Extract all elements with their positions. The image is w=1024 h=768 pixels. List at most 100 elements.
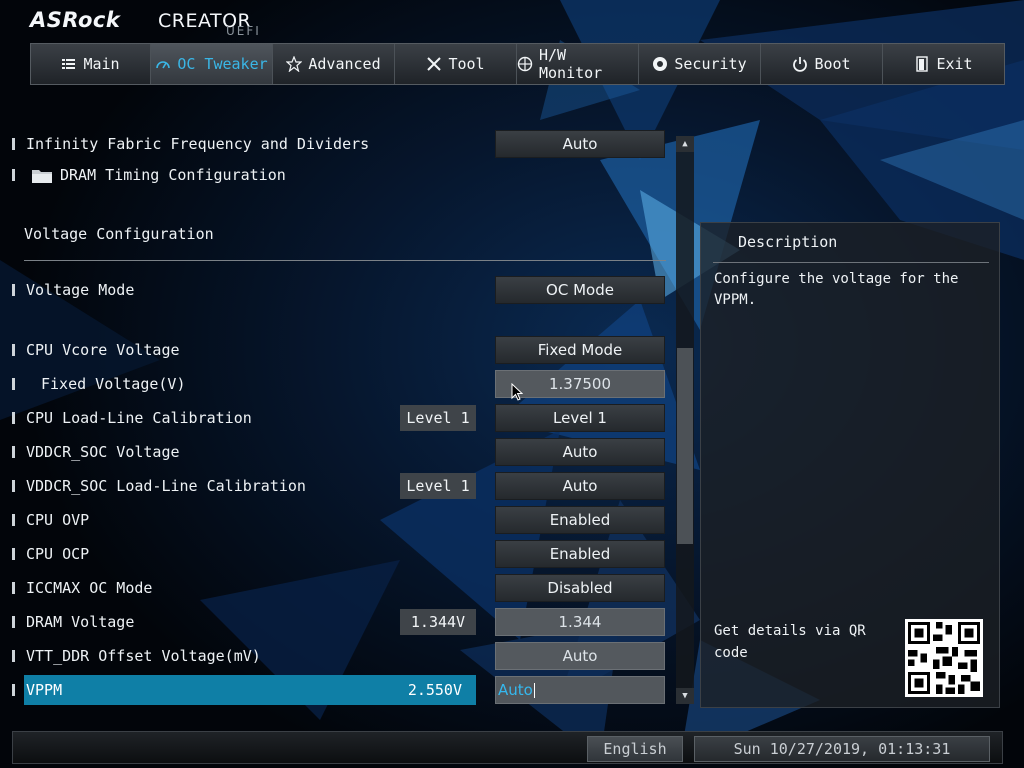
current-value-badge: 1.344V: [400, 609, 476, 635]
setting-value-dropdown[interactable]: Disabled: [495, 574, 665, 602]
row-bullet: [12, 616, 15, 628]
row-bullet: [12, 514, 15, 526]
tab-advanced-label: Advanced: [308, 55, 381, 73]
setting-value-dropdown[interactable]: Enabled: [495, 540, 665, 568]
description-panel: Description Configure the voltage for th…: [700, 222, 1000, 708]
setting-value-dropdown[interactable]: Fixed Mode: [495, 336, 665, 364]
scroll-down-arrow-icon[interactable]: ▼: [676, 688, 694, 704]
tab-boot-label: Boot: [814, 55, 851, 73]
setting-label: DRAM Timing Configuration: [60, 166, 286, 184]
row-bullet: [12, 650, 15, 662]
row-bullet: [12, 548, 15, 560]
speedometer-icon: [155, 56, 171, 72]
setting-iccmax-oc-mode[interactable]: ICCMAX OC Mode Disabled: [0, 574, 680, 602]
tab-security[interactable]: Security: [639, 44, 761, 84]
setting-label: Infinity Fabric Frequency and Dividers: [26, 135, 370, 153]
description-divider: [713, 262, 989, 263]
current-value-badge: Level 1: [400, 405, 476, 431]
language-button[interactable]: English: [587, 736, 683, 762]
exit-icon: [914, 56, 930, 72]
description-text: Configure the voltage for the VPPM.: [714, 271, 959, 308]
tab-security-label: Security: [674, 55, 747, 73]
main-tab-bar: Main OC Tweaker Advanced Tool H/W Monito…: [30, 43, 1005, 85]
row-bullet: [12, 412, 15, 424]
row-bullet: [12, 446, 15, 458]
setting-vtt-ddr-offset[interactable]: VTT_DDR Offset Voltage(mV) Auto: [0, 642, 680, 670]
setting-voltage-mode[interactable]: Voltage Mode OC Mode: [0, 276, 680, 304]
tab-exit[interactable]: Exit: [883, 44, 1004, 84]
list-icon: [61, 56, 77, 72]
row-bullet: [12, 169, 15, 181]
setting-label: CPU Vcore Voltage: [26, 341, 180, 359]
setting-label: Voltage Mode: [26, 281, 135, 299]
section-divider: [24, 260, 666, 261]
monitor-icon: [517, 56, 533, 72]
tab-advanced[interactable]: Advanced: [273, 44, 395, 84]
setting-dram-voltage[interactable]: DRAM Voltage 1.344V 1.344: [0, 608, 680, 636]
brand-name: ASRock: [30, 8, 121, 32]
row-bullet: [12, 480, 15, 492]
setting-cpu-ovp[interactable]: CPU OVP Enabled: [0, 506, 680, 534]
setting-fixed-voltage[interactable]: Fixed Voltage(V) 1.37500: [0, 370, 680, 398]
tab-exit-label: Exit: [936, 55, 973, 73]
row-bullet: [12, 582, 15, 594]
setting-value-dropdown[interactable]: OC Mode: [495, 276, 665, 304]
mouse-pointer-icon: [511, 383, 523, 401]
setting-label: CPU OCP: [26, 545, 90, 563]
tab-oc-tweaker[interactable]: OC Tweaker: [151, 44, 273, 84]
description-title: Description: [738, 233, 838, 251]
folder-icon: [32, 170, 52, 183]
setting-vddcr-soc-llc[interactable]: VDDCR_SOC Load-Line Calibration Level 1 …: [0, 472, 680, 500]
tab-tool-label: Tool: [448, 55, 485, 73]
tab-main[interactable]: Main: [31, 44, 151, 84]
setting-cpu-ocp[interactable]: CPU OCP Enabled: [0, 540, 680, 568]
setting-label: VPPM: [26, 681, 63, 699]
scroll-up-arrow-icon[interactable]: ▲: [676, 136, 694, 152]
setting-vddcr-soc[interactable]: VDDCR_SOC Voltage Auto: [0, 438, 680, 466]
scrollbar-thumb[interactable]: [677, 348, 693, 544]
setting-vppm[interactable]: VPPM 2.550V Auto: [0, 675, 680, 705]
tab-hw-monitor[interactable]: H/W Monitor: [517, 44, 639, 84]
setting-value-input-active[interactable]: Auto: [495, 676, 665, 704]
current-value-badge: Level 1: [400, 473, 476, 499]
setting-label: CPU OVP: [26, 511, 90, 529]
setting-label: VDDCR_SOC Load-Line Calibration: [26, 477, 306, 495]
tab-hw-monitor-label: H/W Monitor: [539, 46, 603, 82]
tab-tool[interactable]: Tool: [395, 44, 517, 84]
setting-value-dropdown[interactable]: Auto: [495, 130, 665, 158]
shield-icon: [652, 56, 668, 72]
setting-value-dropdown[interactable]: Enabled: [495, 506, 665, 534]
tab-boot[interactable]: Boot: [761, 44, 883, 84]
row-bullet: [12, 684, 15, 696]
setting-infinity-fabric[interactable]: Infinity Fabric Frequency and Dividers A…: [0, 130, 680, 158]
setting-label: ICCMAX OC Mode: [26, 579, 153, 597]
setting-dram-timing[interactable]: DRAM Timing Configuration: [0, 161, 680, 189]
setting-value-dropdown[interactable]: Level 1: [495, 404, 665, 432]
setting-label: DRAM Voltage: [26, 613, 135, 631]
tools-icon: [426, 56, 442, 72]
firmware-label: UEFI: [226, 24, 261, 38]
setting-label: VDDCR_SOC Voltage: [26, 443, 180, 461]
input-text: Auto: [498, 681, 533, 699]
star-icon: [286, 56, 303, 72]
setting-value-input[interactable]: 1.344: [495, 608, 665, 636]
tab-oc-tweaker-label: OC Tweaker: [177, 55, 268, 73]
section-title: Voltage Configuration: [24, 225, 214, 243]
row-bullet: [12, 284, 15, 296]
current-value-text: 2.550V: [407, 681, 462, 699]
datetime-display: Sun 10/27/2019, 01:13:31: [694, 736, 990, 762]
setting-label: CPU Load-Line Calibration: [26, 409, 252, 427]
row-bullet: [12, 378, 15, 390]
setting-value-dropdown[interactable]: Auto: [495, 472, 665, 500]
qr-caption: Get details via QR code: [714, 623, 866, 661]
setting-cpu-vcore[interactable]: CPU Vcore Voltage Fixed Mode: [0, 336, 680, 364]
settings-scrollbar[interactable]: ▲ ▼: [676, 136, 694, 704]
power-icon: [792, 56, 808, 72]
setting-label: VTT_DDR Offset Voltage(mV): [26, 647, 261, 665]
setting-value-dropdown[interactable]: Auto: [495, 438, 665, 466]
setting-label: Fixed Voltage(V): [41, 375, 186, 393]
setting-value-input[interactable]: Auto: [495, 642, 665, 670]
qr-code-icon: [905, 619, 983, 697]
setting-cpu-llc[interactable]: CPU Load-Line Calibration Level 1 Level …: [0, 404, 680, 432]
tab-main-label: Main: [83, 55, 120, 73]
